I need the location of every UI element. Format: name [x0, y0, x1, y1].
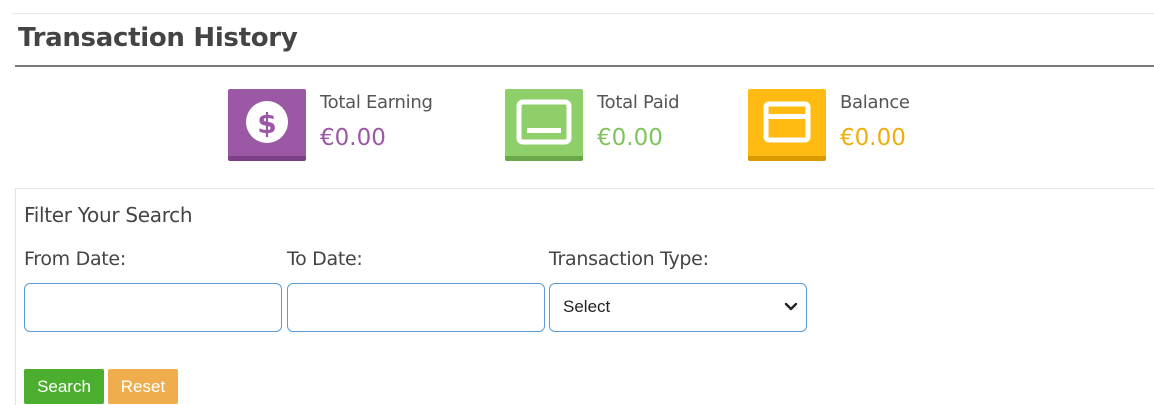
search-button[interactable]: Search: [24, 369, 104, 404]
stat-value: €0.00: [597, 125, 663, 151]
payment-card-icon: [505, 89, 583, 161]
stat-value: €0.00: [840, 125, 906, 151]
svg-text:$: $: [257, 107, 276, 140]
reset-button[interactable]: Reset: [108, 369, 178, 404]
stat-label: Total Earning: [320, 92, 433, 113]
filter-heading: Filter Your Search: [24, 203, 193, 227]
stat-label: Total Paid: [597, 92, 680, 113]
page-title: Transaction History: [18, 23, 298, 53]
stat-value: €0.00: [320, 125, 386, 151]
from-date-label: From Date:: [24, 248, 126, 270]
from-date-input[interactable]: [24, 283, 282, 332]
wallet-card-icon: [748, 89, 826, 161]
top-divider: [12, 13, 1154, 14]
chevron-down-icon: [784, 302, 798, 311]
transaction-type-label: Transaction Type:: [549, 248, 709, 270]
dollar-circle-icon: $: [228, 89, 306, 161]
to-date-input[interactable]: [287, 283, 545, 332]
transaction-type-select[interactable]: Select: [549, 283, 807, 332]
stat-label: Balance: [840, 92, 910, 113]
title-divider: [15, 65, 1154, 67]
to-date-label: To Date:: [287, 248, 363, 270]
transaction-type-selected-value: Select: [563, 297, 611, 316]
